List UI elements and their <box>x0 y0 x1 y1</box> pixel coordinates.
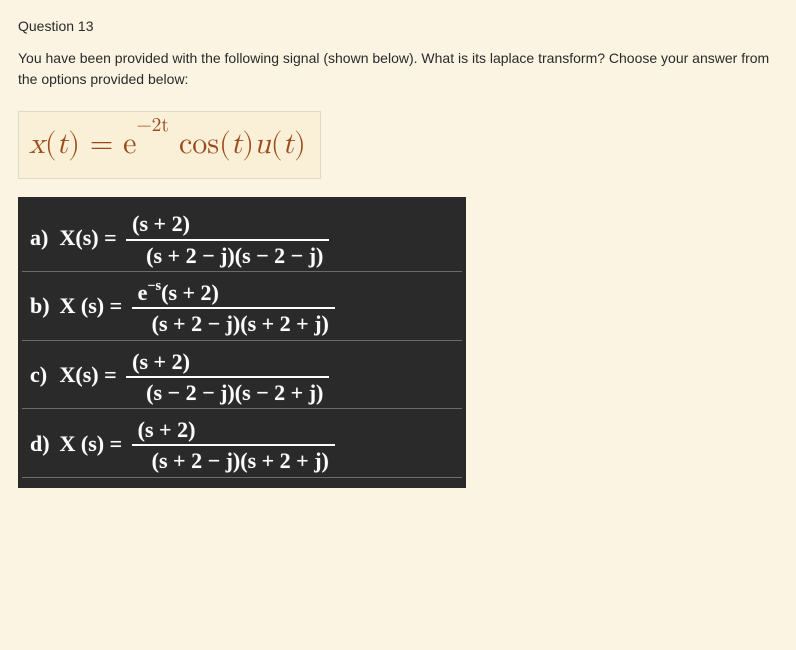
option-c[interactable]: c) X(s) = (s + 2) (s − 2 − j)(s − 2 + j) <box>18 341 466 410</box>
question-prompt: You have been provided with the followin… <box>18 48 778 89</box>
question-number: Question 13 <box>18 16 778 36</box>
option-key: b) <box>30 290 54 322</box>
option-fraction: (s + 2) (s − 2 − j)(s − 2 + j) <box>126 349 329 406</box>
option-lhs: X (s) = <box>60 293 123 318</box>
option-d[interactable]: d) X (s) = (s + 2) (s + 2 − j)(s + 2 + j… <box>18 409 466 478</box>
option-lhs: X(s) = <box>60 362 117 387</box>
option-fraction: (s + 2) (s + 2 − j)(s − 2 − j) <box>126 211 329 268</box>
option-fraction: (s + 2) (s + 2 − j)(s + 2 + j) <box>132 417 335 474</box>
option-a[interactable]: a) X(s) = (s + 2) (s + 2 − j)(s − 2 − j) <box>18 203 466 272</box>
option-lhs: X(s) = <box>60 225 117 250</box>
option-key: a) <box>30 222 54 254</box>
option-key: c) <box>30 359 54 391</box>
option-fraction: e−s(s + 2) (s + 2 − j)(s + 2 + j) <box>132 280 335 337</box>
signal-equation: x(t) = e−2t cos(t)u(t) <box>29 129 306 159</box>
option-key: d) <box>30 428 54 460</box>
signal-equation-box: x(t) = e−2t cos(t)u(t) <box>18 111 321 180</box>
option-lhs: X (s) = <box>60 431 123 456</box>
option-b[interactable]: b) X (s) = e−s(s + 2) (s + 2 − j)(s + 2 … <box>18 272 466 341</box>
options-blackboard: a) X(s) = (s + 2) (s + 2 − j)(s − 2 − j)… <box>18 197 466 487</box>
